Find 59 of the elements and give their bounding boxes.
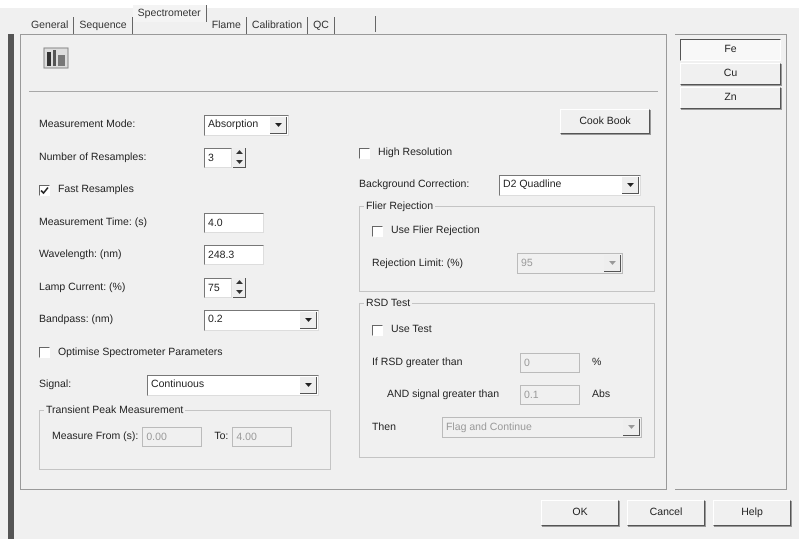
checkbox-label: Fast Resamples bbox=[58, 182, 134, 198]
field-label: Then bbox=[372, 420, 397, 435]
element-button[interactable]: Zn bbox=[680, 87, 781, 109]
unit-label: % bbox=[592, 354, 602, 370]
caret-icon bbox=[304, 318, 312, 322]
field-label: Background Correction: bbox=[359, 177, 470, 192]
spin-buttons[interactable] bbox=[233, 148, 246, 168]
dialog-button[interactable]: Help bbox=[713, 500, 791, 526]
dropdown[interactable]: Absorption bbox=[204, 114, 289, 136]
field-label: If RSD greater than bbox=[372, 354, 464, 370]
field-label: Signal: bbox=[39, 377, 72, 392]
up-arrow-icon bbox=[236, 150, 242, 154]
group-title: RSD Test bbox=[365, 298, 412, 310]
checkbox-label: Use Test bbox=[391, 322, 432, 338]
caret-icon bbox=[628, 425, 634, 430]
field-label: Bandpass: (nm) bbox=[39, 312, 114, 328]
field-label: Wavelength: (nm) bbox=[39, 247, 122, 262]
checkbox-label: Use Flier Rejection bbox=[391, 223, 480, 238]
down-arrow-icon bbox=[236, 290, 242, 294]
caret-icon bbox=[626, 182, 634, 186]
field-label: Lamp Current: (%) bbox=[39, 280, 126, 295]
checkbox-label: Optimise Spectrometer Parameters bbox=[58, 344, 223, 360]
checkbox-label: High Resolution bbox=[378, 145, 452, 160]
element-button[interactable]: Cu bbox=[680, 63, 781, 85]
checkbox[interactable] bbox=[39, 184, 50, 196]
text-field[interactable]: 75 bbox=[204, 278, 232, 298]
up-arrow-icon bbox=[236, 280, 242, 284]
dialog-button[interactable]: OK bbox=[541, 500, 619, 526]
text-field[interactable]: 4.0 bbox=[204, 212, 264, 232]
field-label: Measurement Time: (s) bbox=[39, 214, 148, 230]
caret-icon bbox=[608, 261, 616, 266]
caret-icon bbox=[274, 122, 282, 126]
tab[interactable]: Spectrometer bbox=[132, 5, 207, 22]
cook-book-button[interactable]: Cook Book bbox=[560, 109, 650, 134]
unit-label: Abs bbox=[592, 387, 610, 402]
field-label: Rejection Limit: (%) bbox=[372, 256, 464, 271]
dropdown[interactable]: D2 Quadline bbox=[499, 174, 641, 196]
spin-buttons[interactable] bbox=[233, 278, 246, 298]
instrument-icon bbox=[43, 45, 69, 71]
field-label: Measure From (s): bbox=[52, 429, 138, 444]
checkbox[interactable] bbox=[372, 226, 383, 237]
group-title: Flier Rejection bbox=[365, 200, 434, 212]
field-label: AND signal greater than bbox=[387, 387, 500, 402]
dialog-button[interactable]: Cancel bbox=[627, 500, 705, 526]
down-arrow-icon bbox=[236, 160, 242, 164]
check-icon bbox=[40, 186, 49, 194]
field-label: To: bbox=[214, 429, 228, 444]
text-field[interactable]: 248.3 bbox=[204, 245, 264, 265]
checkbox[interactable] bbox=[372, 324, 383, 336]
element-button[interactable]: Fe bbox=[680, 39, 781, 61]
text-field[interactable]: 3 bbox=[204, 148, 232, 168]
checkbox[interactable] bbox=[359, 148, 370, 158]
caret-icon bbox=[304, 382, 312, 386]
checkbox[interactable] bbox=[39, 347, 50, 358]
group-title: Transient Peak Measurement bbox=[45, 404, 184, 416]
dropdown[interactable]: 0.2 bbox=[204, 310, 319, 330]
field-label: Measurement Mode: bbox=[39, 117, 136, 132]
dropdown[interactable]: Continuous bbox=[147, 374, 319, 396]
field-label: Number of Resamples: bbox=[39, 150, 148, 165]
